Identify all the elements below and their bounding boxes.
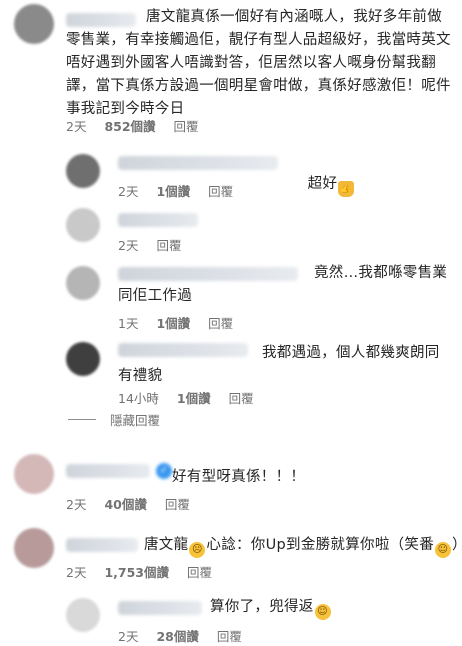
reply-button[interactable]: 回覆: [208, 313, 233, 332]
like-count[interactable]: 40個讚: [104, 494, 146, 513]
rolling-laughing-emoji-icon: ☺: [314, 604, 331, 620]
avatar[interactable]: [66, 208, 100, 242]
username-blurred[interactable]: [118, 213, 198, 227]
comment-time: 2天: [66, 119, 87, 134]
like-count[interactable]: 1個讚: [156, 181, 190, 200]
comment-text: 超好 👍: [288, 150, 355, 220]
hide-replies-button[interactable]: 隱藏回覆: [68, 410, 160, 429]
username-blurred[interactable]: [66, 538, 138, 552]
comment-text-content: 超好: [307, 176, 338, 192]
comment-text: 算你了，兜得返 ☺: [210, 596, 332, 620]
comment-text-content: 算你了，兜得返: [210, 599, 314, 615]
reply-button[interactable]: 回覆: [187, 562, 212, 581]
reply-button[interactable]: 回覆: [208, 181, 233, 200]
comment-meta: 2天 28個讚 回覆: [118, 626, 260, 645]
avatar[interactable]: [66, 342, 100, 376]
comment-text: 我都遇過，個人都幾爽朗同有禮貌: [118, 345, 440, 384]
comment-text-content: 心諗：你Up到金勝就算你啦（笑番: [206, 537, 435, 553]
disappointed-emoji-icon: ☹: [189, 542, 206, 558]
comment-text: 唐文龍☹心諗：你Up到金勝就算你啦（笑番☺）: [144, 534, 462, 558]
reply-button[interactable]: 回覆: [165, 494, 190, 513]
comment-meta: 2天 1個讚 回覆: [118, 181, 251, 200]
hide-replies-label: 隱藏回覆: [110, 413, 161, 428]
username-blurred[interactable]: [118, 601, 202, 615]
avatar[interactable]: [66, 154, 100, 188]
username-blurred[interactable]: ✓: [66, 463, 172, 479]
avatar[interactable]: [14, 454, 54, 494]
comment-text: 好有型呀真係！！！: [172, 469, 306, 485]
like-count[interactable]: 1個讚: [156, 313, 190, 332]
avatar[interactable]: [14, 528, 54, 568]
reply-button[interactable]: 回覆: [229, 388, 254, 407]
comment-time: 2天: [118, 184, 139, 199]
comment-text: 竟然…我都喺零售業同佢工作過: [118, 265, 448, 304]
like-count[interactable]: 1,753個讚: [104, 562, 169, 581]
comment-meta: 2天 40個讚 回覆: [66, 494, 208, 513]
comment-text: 唐文龍真係一個好有內涵嘅人，我好多年前做零售業，有幸接觸過佢，靚仔有型人品超級好…: [66, 9, 451, 117]
thumbs-up-emoji-icon: 👍: [338, 181, 355, 197]
comment-time: 1天: [118, 316, 139, 331]
comment-time: 2天: [66, 565, 87, 580]
avatar[interactable]: [66, 266, 100, 300]
comment-text-name: 唐文龍: [144, 537, 189, 553]
smiling-emoji-icon: ☺: [435, 542, 452, 558]
comment-time: 2天: [66, 497, 87, 512]
comment-text-end: ）: [452, 537, 462, 553]
verified-badge-icon: ✓: [156, 463, 172, 479]
comment-meta: 1天 1個讚 回覆: [118, 313, 251, 332]
reply-button[interactable]: 回覆: [217, 626, 242, 645]
reply-button[interactable]: 回覆: [174, 116, 199, 135]
divider-line: [68, 419, 96, 420]
like-count[interactable]: 1個讚: [177, 388, 211, 407]
comment-time: 2天: [118, 238, 139, 253]
avatar[interactable]: [66, 598, 100, 632]
comment-meta: 2天 1,753個讚 回覆: [66, 562, 230, 581]
comment-meta: 14小時 1個讚 回覆: [118, 388, 272, 407]
like-count[interactable]: 28個讚: [156, 626, 198, 645]
comment-meta: 2天 852個讚 回覆: [66, 116, 217, 135]
like-count[interactable]: 852個讚: [104, 116, 155, 135]
comment-time: 14小時: [118, 391, 159, 406]
comment-time: 2天: [118, 629, 139, 644]
reply-button[interactable]: 回覆: [156, 235, 181, 254]
username-blurred[interactable]: [118, 156, 278, 170]
comment-meta: 2天 回覆: [118, 235, 199, 254]
avatar[interactable]: [14, 4, 54, 44]
